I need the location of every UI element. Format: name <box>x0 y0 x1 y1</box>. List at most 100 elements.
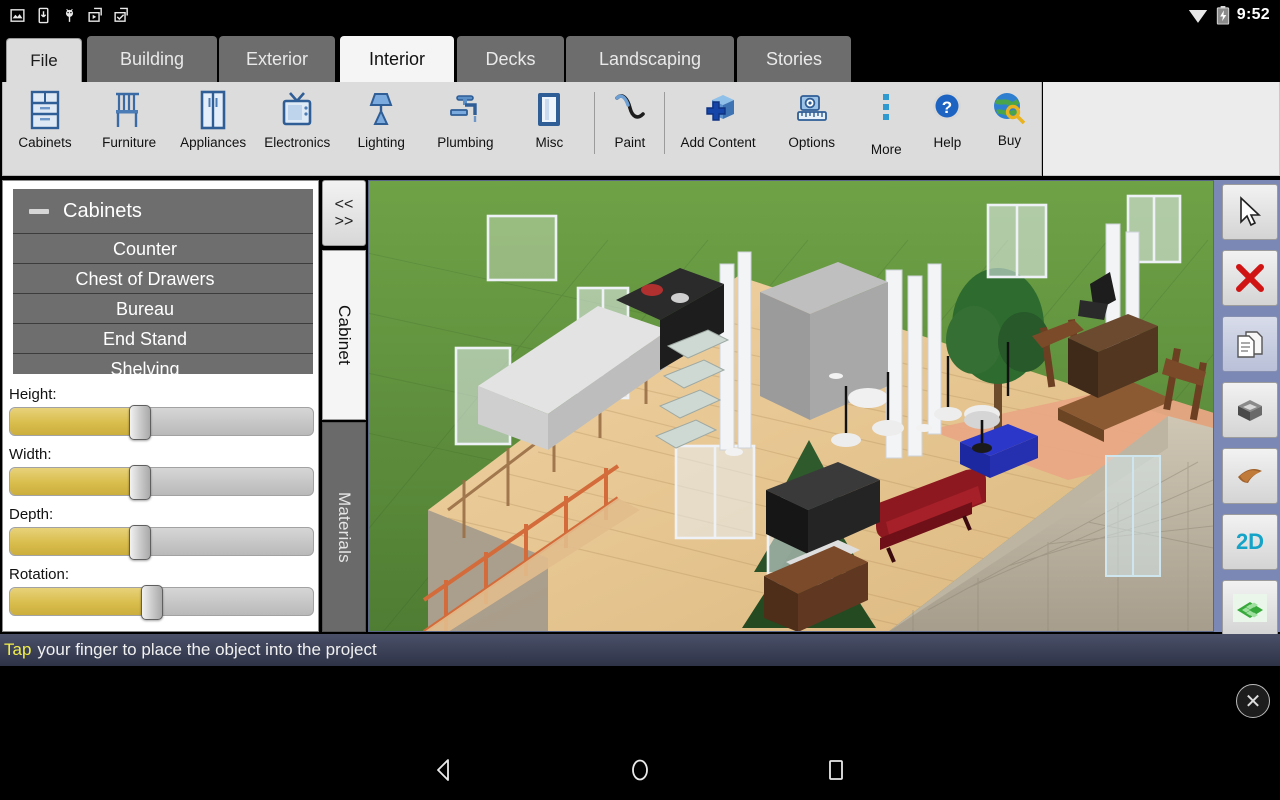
ribbon-button-more[interactable]: More <box>856 82 917 174</box>
slider-fill <box>10 408 140 435</box>
tab-landscaping[interactable]: Landscaping <box>566 36 734 82</box>
android-nav-bar <box>0 740 1280 800</box>
status-system-icons: 9:52 <box>1187 6 1270 25</box>
image-icon <box>9 7 26 24</box>
pointer-arrow-icon <box>1235 196 1265 228</box>
tab-building[interactable]: Building <box>87 36 217 82</box>
slider-height: Height: <box>9 386 314 436</box>
texture-swatch-icon <box>1234 463 1266 489</box>
back-icon[interactable] <box>431 757 457 783</box>
ribbon-button-add-content[interactable]: Add Content <box>668 82 767 174</box>
design-3d-viewport[interactable] <box>368 180 1214 632</box>
faucet-icon <box>446 88 484 132</box>
tab-interior[interactable]: Interior <box>340 36 454 82</box>
picture-frame-icon <box>534 88 564 132</box>
status-message-bar: Tap your finger to place the object into… <box>0 634 1280 666</box>
slider-label: Rotation: <box>9 566 314 583</box>
depth-slider[interactable] <box>9 527 314 556</box>
ribbon-button-misc[interactable]: Misc <box>507 82 591 174</box>
refrigerator-icon <box>198 88 228 132</box>
tab-stories[interactable]: Stories <box>737 36 851 82</box>
list-item[interactable]: End Stand <box>13 323 313 353</box>
height-slider[interactable] <box>9 407 314 436</box>
category-title: Cabinets <box>63 200 142 223</box>
category-header[interactable]: Cabinets <box>13 189 313 233</box>
ribbon-label: Buy <box>998 133 1021 148</box>
grid-terrain-icon <box>1233 594 1267 622</box>
ribbon-button-cabinets[interactable]: Cabinets <box>3 82 87 174</box>
list-item[interactable]: Bureau <box>13 293 313 323</box>
tool-rail: 2D <box>1214 180 1280 632</box>
tab-file[interactable]: File <box>6 38 82 82</box>
ribbon-label: Electronics <box>264 135 330 150</box>
ribbon-button-help[interactable]: ? Help <box>917 82 978 174</box>
ribbon-toolbar: Cabinets Furniture <box>0 82 1280 178</box>
android-icon <box>61 7 78 24</box>
ribbon-button-buy[interactable]: Buy <box>978 82 1041 174</box>
scene-render <box>368 180 1214 632</box>
ribbon-label: Cabinets <box>18 135 71 150</box>
delete-tool-button[interactable] <box>1222 250 1278 306</box>
ribbon-divider <box>594 92 595 154</box>
battery-charging-icon <box>1216 6 1230 25</box>
3d-view-button[interactable] <box>1222 382 1278 438</box>
ribbon-label: Appliances <box>180 135 246 150</box>
slider-thumb[interactable] <box>129 525 151 560</box>
globe-key-icon <box>989 88 1029 132</box>
ad-zone: × ! View Singles Near You! Women Men P <box>0 666 1280 740</box>
list-item[interactable]: Chest of Drawers <box>13 263 313 293</box>
panel-collapse-button[interactable]: << >> <box>322 180 366 246</box>
clock: 9:52 <box>1237 6 1270 24</box>
duplicate-tool-button[interactable] <box>1222 316 1278 372</box>
select-tool-button[interactable] <box>1222 184 1278 240</box>
tab-exterior[interactable]: Exterior <box>219 36 335 82</box>
material-tool-button[interactable] <box>1222 448 1278 504</box>
slider-thumb[interactable] <box>141 585 163 620</box>
ribbon-button-electronics[interactable]: Electronics <box>255 82 339 174</box>
list-item[interactable]: Shelving <box>13 353 313 374</box>
minus-icon[interactable] <box>29 209 49 214</box>
tab-decks[interactable]: Decks <box>457 36 564 82</box>
slider-thumb[interactable] <box>129 465 151 500</box>
slider-label: Height: <box>9 386 314 403</box>
slider-thumb[interactable] <box>129 405 151 440</box>
object-properties-panel: Cabinets Counter Chest of Drawers Bureau… <box>2 180 319 632</box>
ribbon-button-plumbing[interactable]: Plumbing <box>423 82 507 174</box>
ribbon-tab-bar: File Building Exterior Interior Decks La… <box>0 30 1280 82</box>
add-box-icon <box>698 88 738 132</box>
side-tab-label: Materials <box>334 492 354 563</box>
width-slider[interactable] <box>9 467 314 496</box>
category-list[interactable]: Cabinets Counter Chest of Drawers Bureau… <box>13 189 313 374</box>
android-status-bar: 9:52 <box>0 0 1280 30</box>
play-download-icon <box>87 7 104 24</box>
ribbon-button-lighting[interactable]: Lighting <box>339 82 423 174</box>
ribbon-button-furniture[interactable]: Furniture <box>87 82 171 174</box>
rotation-slider[interactable] <box>9 587 314 616</box>
ribbon-button-paint[interactable]: Paint <box>598 82 661 174</box>
terrain-tool-button[interactable] <box>1222 580 1278 636</box>
ribbon-label: Plumbing <box>437 135 493 150</box>
slider-rotation: Rotation: <box>9 566 314 616</box>
ribbon-label: Lighting <box>358 135 405 150</box>
ad-close-button[interactable]: ✕ <box>1236 684 1270 718</box>
duplicate-pages-icon <box>1235 329 1265 359</box>
tape-measure-icon <box>794 88 830 132</box>
side-tab-cabinet[interactable]: Cabinet <box>322 250 366 420</box>
ribbon-button-appliances[interactable]: Appliances <box>171 82 255 174</box>
delete-x-icon <box>1235 263 1265 293</box>
ribbon-label: Furniture <box>102 135 156 150</box>
ribbon-divider-2 <box>664 92 665 154</box>
side-tab-strip: << >> Cabinet Materials <box>322 180 368 632</box>
side-tab-materials[interactable]: Materials <box>322 422 366 632</box>
list-item[interactable]: Counter <box>13 233 313 263</box>
recents-icon[interactable] <box>823 757 849 783</box>
2d-view-button[interactable]: 2D <box>1222 514 1278 570</box>
collapse-right-chevrons: >> <box>335 213 354 230</box>
ribbon-buttons: Cabinets Furniture <box>2 82 1042 176</box>
slider-label: Width: <box>9 446 314 463</box>
home-icon[interactable] <box>627 757 653 783</box>
ribbon-button-options[interactable]: Options <box>768 82 856 174</box>
ribbon-label: More <box>871 142 902 157</box>
box-3d-icon <box>1234 396 1266 424</box>
question-mark-icon: ? <box>929 88 965 132</box>
